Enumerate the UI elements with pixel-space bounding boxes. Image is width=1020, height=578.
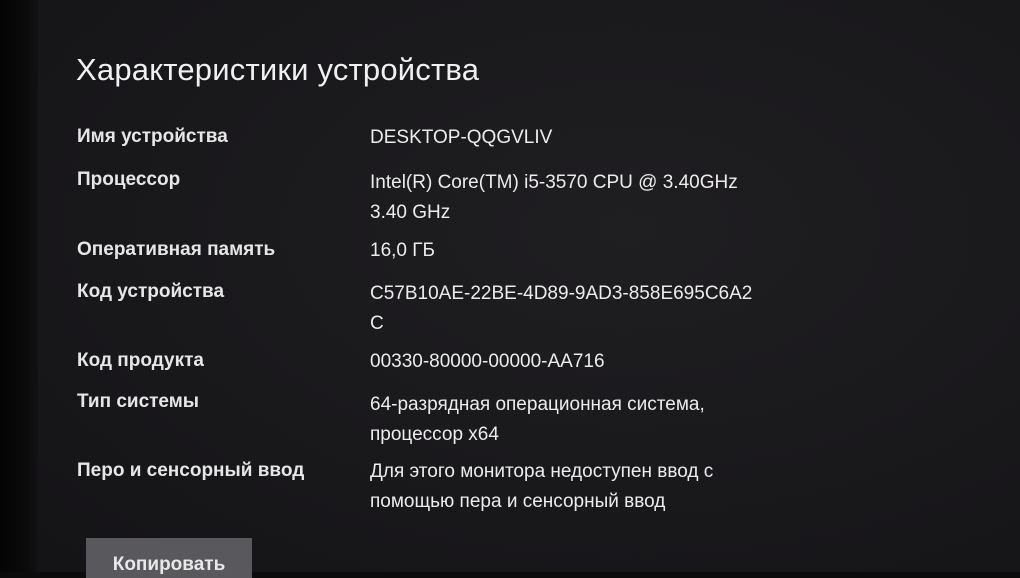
spec-value-ram: 16,0 ГБ [370,236,810,266]
spec-label-product-id: Код продукта [77,350,204,371]
spec-value-line: помощью пера и сенсорный ввод [370,491,666,512]
spec-label-ram: Оперативная память [77,239,276,260]
spec-value-system-type: 64-разрядная операционная система, проце… [370,390,810,450]
spec-label-processor: Процессор [77,169,181,190]
copy-button[interactable]: Копировать [86,538,252,578]
spec-value-line: 3.40 GHz [370,202,451,223]
spec-value-line: Для этого монитора недоступен ввод с [370,461,714,482]
spec-label-device-name: Имя устройства [77,126,228,147]
spec-value-line: C [370,313,384,334]
spec-value-processor: Intel(R) Core(TM) i5-3570 CPU @ 3.40GHz … [370,168,810,228]
spec-value-line: C57B10AE-22BE-4D89-9AD3-858E695C6A2 [370,283,753,304]
spec-value-line: процессор x64 [370,424,499,445]
spec-value-line: 00330-80000-00000-AA716 [370,351,605,372]
spec-value-device-name: DESKTOP-QQGVLIV [370,123,810,153]
spec-value-line: 16,0 ГБ [370,240,436,261]
device-specs-list: Имя устройства DESKTOP-QQGVLIV Процессор… [0,0,1020,572]
spec-label-pen-touch: Перо и сенсорный ввод [77,460,305,481]
spec-label-device-id: Код устройства [77,281,225,302]
spec-value-line: 64-разрядная операционная система, [370,394,705,415]
spec-value-product-id: 00330-80000-00000-AA716 [370,347,810,377]
spec-value-line: DESKTOP-QQGVLIV [370,127,553,148]
spec-value-device-id: C57B10AE-22BE-4D89-9AD3-858E695C6A2 C [370,279,810,339]
spec-value-pen-touch: Для этого монитора недоступен ввод с пом… [370,457,810,517]
spec-value-line: Intel(R) Core(TM) i5-3570 CPU @ 3.40GHz [370,172,738,193]
spec-label-system-type: Тип системы [77,391,200,412]
